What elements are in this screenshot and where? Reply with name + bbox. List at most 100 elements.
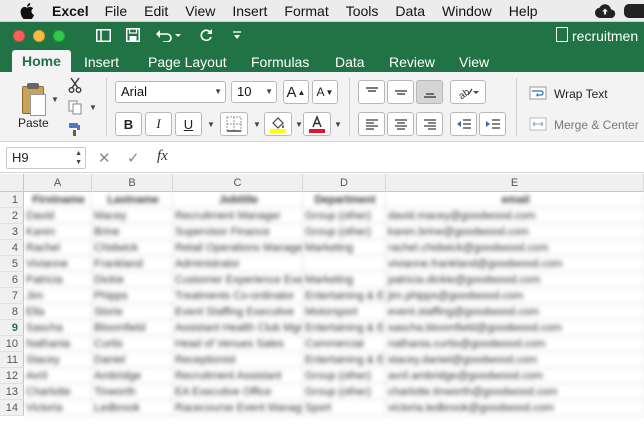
- font-color-dropdown-icon[interactable]: ▼: [329, 115, 347, 133]
- underline-button[interactable]: U: [175, 112, 202, 136]
- cell-b4[interactable]: Chidwick: [92, 240, 173, 256]
- name-box-stepper-icon[interactable]: ▲ ▼: [75, 149, 82, 167]
- cell-d6[interactable]: Marketing: [303, 272, 386, 288]
- cell-e1[interactable]: email: [386, 192, 644, 208]
- cell-c12[interactable]: Recruitment Assistant: [173, 368, 303, 384]
- cell-d1[interactable]: Department: [303, 192, 386, 208]
- cell-a2[interactable]: David: [24, 208, 92, 224]
- status-menu-icon[interactable]: [624, 4, 644, 18]
- cell-e10[interactable]: nathania.curtis@goodwood.com: [386, 336, 644, 352]
- cell-a13[interactable]: Charlotte: [24, 384, 92, 400]
- tab-formulas[interactable]: Formulas: [241, 52, 319, 72]
- paste-dropdown-icon[interactable]: ▼: [46, 90, 64, 108]
- menu-data[interactable]: Data: [395, 3, 425, 19]
- cell-b14[interactable]: Ledbrook: [92, 400, 173, 416]
- cell-e9[interactable]: sascha.bloomfield@goodwood.com: [386, 320, 644, 336]
- cell-c2[interactable]: Recruitment Manager: [173, 208, 303, 224]
- customize-toolbar-icon[interactable]: [230, 26, 244, 44]
- row-header-12[interactable]: 12: [0, 368, 24, 384]
- cell-d5[interactable]: [303, 256, 386, 272]
- cell-e13[interactable]: charlotte.tinworth@goodwood.com: [386, 384, 644, 400]
- cell-b13[interactable]: Tinworth: [92, 384, 173, 400]
- cell-d12[interactable]: Group (other): [303, 368, 386, 384]
- cell-e4[interactable]: rachel.chidwick@goodwood.com: [386, 240, 644, 256]
- tab-insert[interactable]: Insert: [74, 52, 129, 72]
- copy-dropdown-icon[interactable]: ▼: [84, 98, 102, 116]
- cell-d14[interactable]: Sport: [303, 400, 386, 416]
- cell-e14[interactable]: victoria.ledbrook@goodwood.com: [386, 400, 644, 416]
- cell-d4[interactable]: Marketing: [303, 240, 386, 256]
- cell-b9[interactable]: Bloomfield: [92, 320, 173, 336]
- wrap-text-button[interactable]: Wrap Text: [554, 87, 608, 101]
- cell-b11[interactable]: Daniel: [92, 352, 173, 368]
- cell-a12[interactable]: Avril: [24, 368, 92, 384]
- close-window-button[interactable]: [13, 30, 25, 42]
- cancel-formula-icon[interactable]: ✕: [98, 149, 111, 167]
- cell-b6[interactable]: Dickie: [92, 272, 173, 288]
- cell-a14[interactable]: Victoria: [24, 400, 92, 416]
- cell-e2[interactable]: david.macey@goodwood.com: [386, 208, 644, 224]
- menu-file[interactable]: File: [105, 3, 128, 19]
- cell-c3[interactable]: Supervisor Finance: [173, 224, 303, 240]
- cell-d13[interactable]: Group (other): [303, 384, 386, 400]
- cell-e8[interactable]: event.staffing@goodwood.com: [386, 304, 644, 320]
- cell-a11[interactable]: Stacey: [24, 352, 92, 368]
- row-header-13[interactable]: 13: [0, 384, 24, 400]
- cell-c4[interactable]: Retail Operations Manager: [173, 240, 303, 256]
- cell-b5[interactable]: Frankland: [92, 256, 173, 272]
- tab-page-layout[interactable]: Page Layout: [138, 52, 237, 72]
- cell-d10[interactable]: Commercial: [303, 336, 386, 352]
- cell-c8[interactable]: Event Staffing Executive: [173, 304, 303, 320]
- align-left-button[interactable]: [358, 112, 385, 136]
- cell-a4[interactable]: Rachel: [24, 240, 92, 256]
- tab-view[interactable]: View: [449, 52, 499, 72]
- align-center-button[interactable]: [387, 112, 414, 136]
- orientation-button[interactable]: ab: [450, 80, 486, 104]
- row-header-8[interactable]: 8: [0, 304, 24, 320]
- cell-d7[interactable]: Entertaining & E: [303, 288, 386, 304]
- cell-a1[interactable]: Firstname: [24, 192, 92, 208]
- cell-c13[interactable]: EA Executive Office: [173, 384, 303, 400]
- cell-c5[interactable]: Administrator: [173, 256, 303, 272]
- tab-review[interactable]: Review: [379, 52, 445, 72]
- copy-icon[interactable]: [66, 98, 84, 116]
- cell-c7[interactable]: Treatments Co-ordinator: [173, 288, 303, 304]
- row-header-9[interactable]: 9: [0, 320, 24, 336]
- undo-icon[interactable]: [155, 26, 181, 44]
- cell-c9[interactable]: Assistant Health Club Mgr: [173, 320, 303, 336]
- shrink-font-button[interactable]: A ▼: [312, 80, 338, 104]
- wrap-text-icon[interactable]: [529, 84, 547, 102]
- cell-e5[interactable]: vivianne.frankland@goodwood.com: [386, 256, 644, 272]
- bold-button[interactable]: B: [115, 112, 142, 136]
- grow-font-button[interactable]: A ▲: [283, 80, 309, 104]
- column-header-d[interactable]: D: [303, 174, 386, 192]
- cloud-upload-icon[interactable]: [594, 3, 616, 19]
- menu-view[interactable]: View: [185, 3, 215, 19]
- row-header-3[interactable]: 3: [0, 224, 24, 240]
- row-header-5[interactable]: 5: [0, 256, 24, 272]
- italic-button[interactable]: I: [145, 112, 172, 136]
- row-header-6[interactable]: 6: [0, 272, 24, 288]
- cell-b1[interactable]: Lastname: [92, 192, 173, 208]
- cell-b3[interactable]: Brine: [92, 224, 173, 240]
- row-header-11[interactable]: 11: [0, 352, 24, 368]
- confirm-formula-icon[interactable]: ✓: [127, 149, 140, 167]
- borders-button[interactable]: [220, 112, 248, 136]
- row-header-7[interactable]: 7: [0, 288, 24, 304]
- cell-d3[interactable]: Group (other): [303, 224, 386, 240]
- menu-edit[interactable]: Edit: [144, 3, 168, 19]
- row-header-1[interactable]: 1: [0, 192, 24, 208]
- cell-e12[interactable]: avril.ambridge@goodwood.com: [386, 368, 644, 384]
- align-top-button[interactable]: [358, 80, 385, 104]
- sidebar-toggle-icon[interactable]: [94, 26, 112, 44]
- apple-menu-icon[interactable]: [18, 2, 36, 20]
- redo-icon[interactable]: [198, 26, 214, 44]
- cell-a5[interactable]: Vivianne: [24, 256, 92, 272]
- row-header-2[interactable]: 2: [0, 208, 24, 224]
- cell-e6[interactable]: patricia.dickie@goodwood.com: [386, 272, 644, 288]
- cell-b8[interactable]: Storie: [92, 304, 173, 320]
- increase-indent-button[interactable]: [479, 112, 506, 136]
- cell-d11[interactable]: Entertaining & E: [303, 352, 386, 368]
- insert-function-button[interactable]: fx: [157, 148, 168, 165]
- cell-a7[interactable]: Jim: [24, 288, 92, 304]
